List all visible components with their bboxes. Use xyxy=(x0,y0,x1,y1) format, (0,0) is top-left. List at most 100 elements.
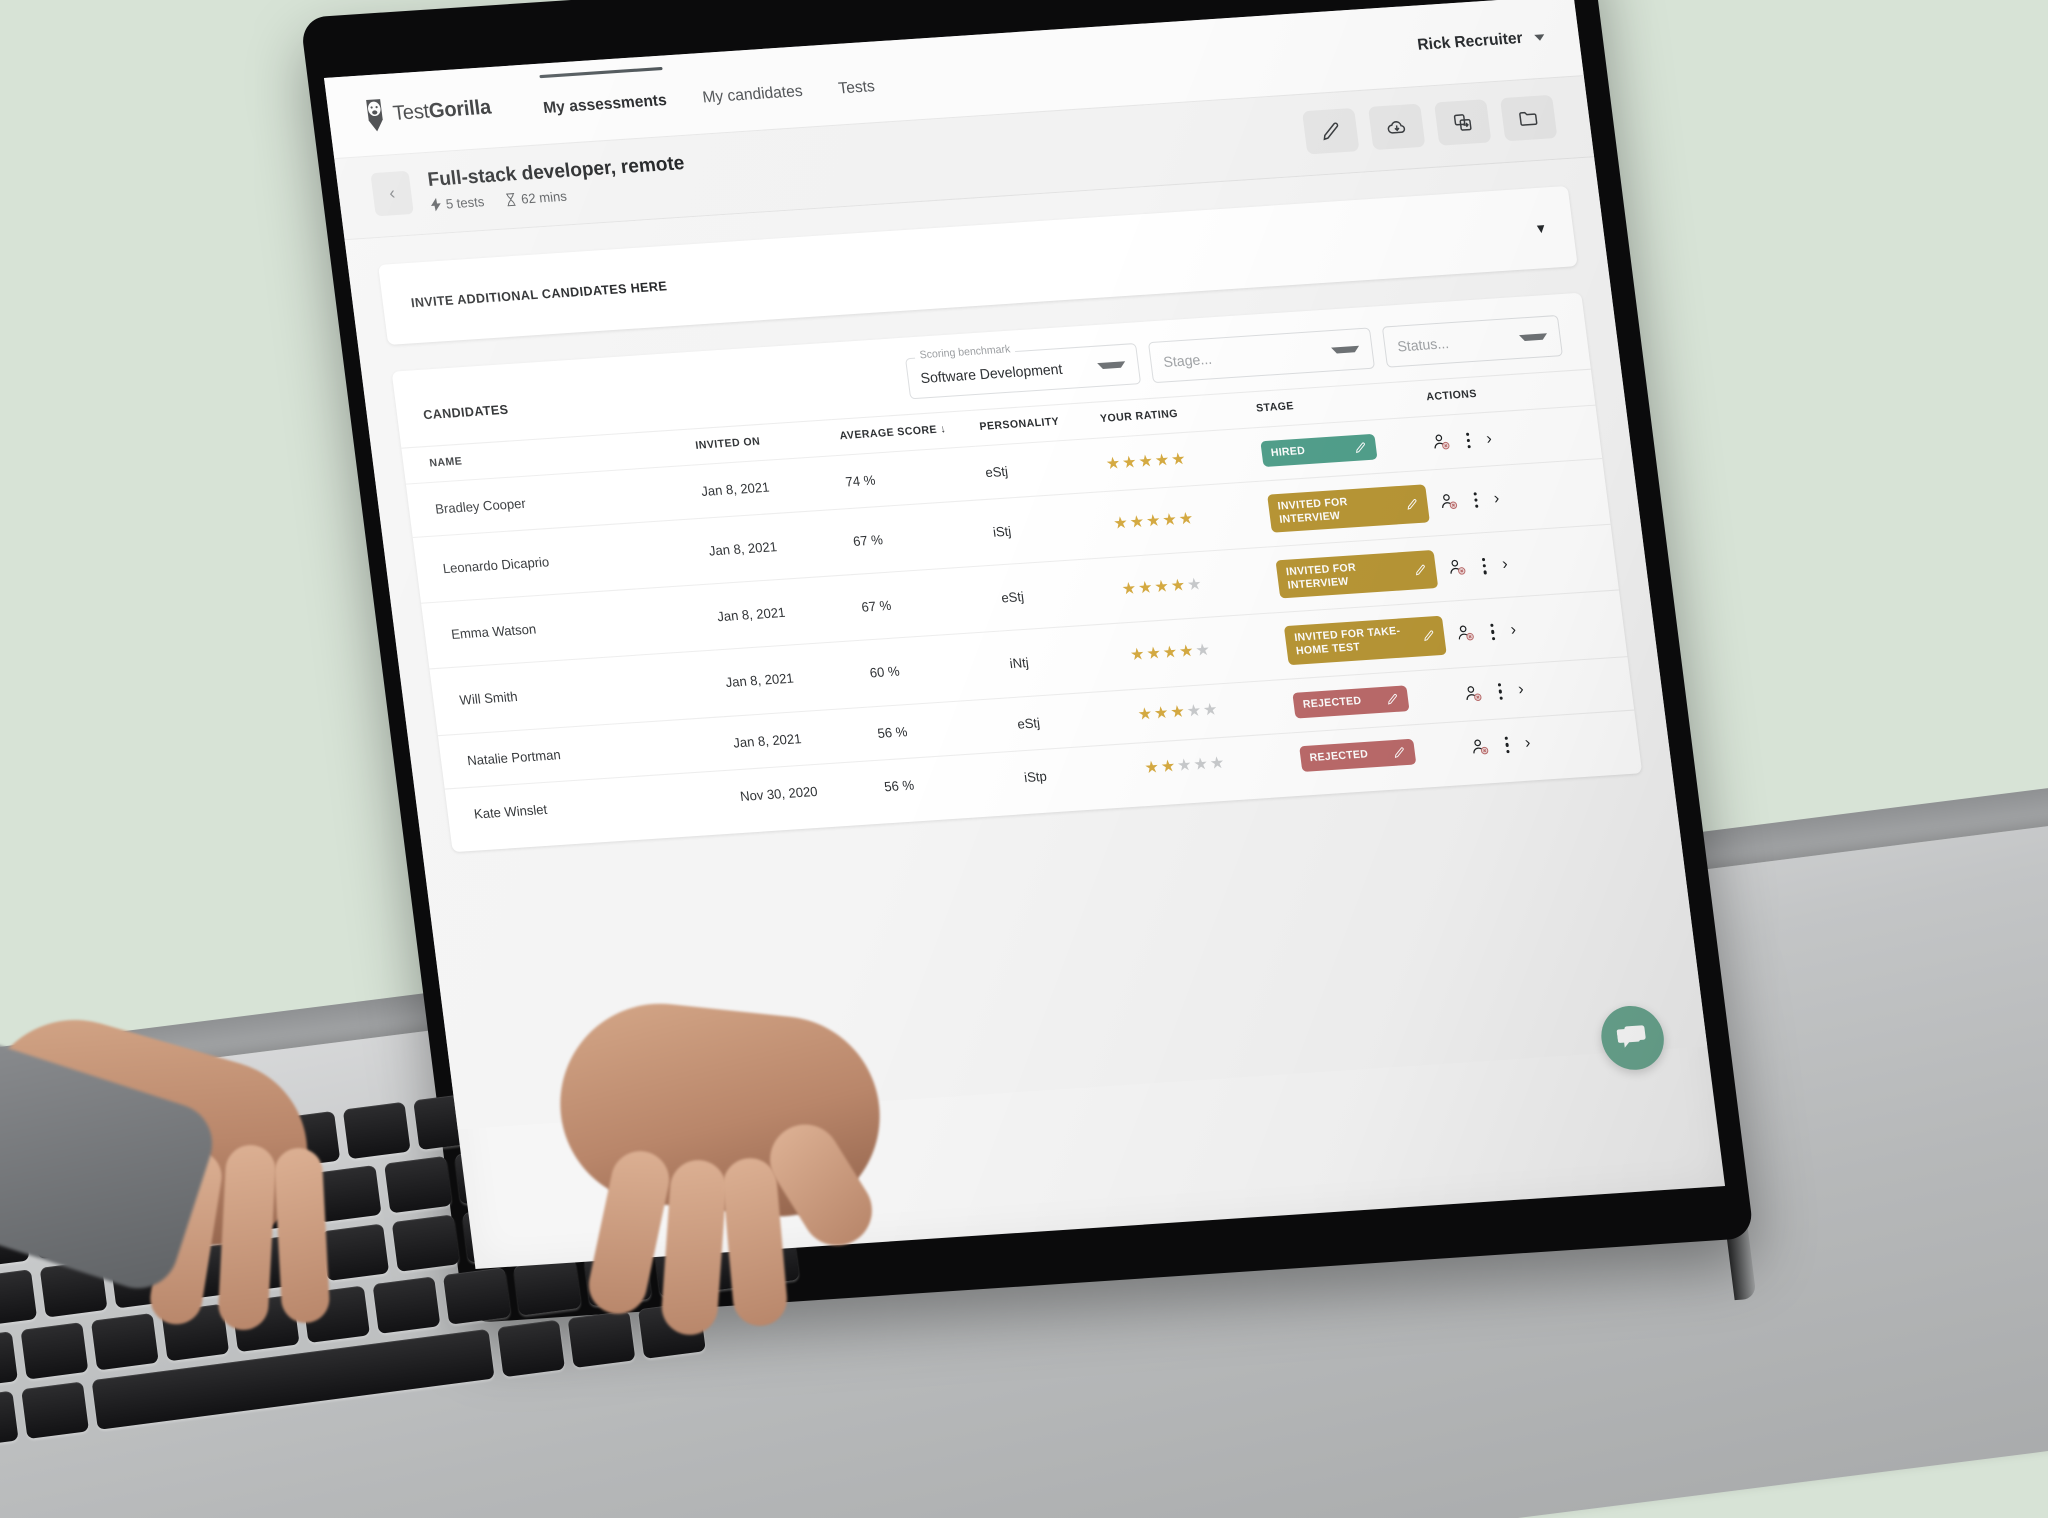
candidate-personality: eStj xyxy=(976,438,1104,500)
back-button[interactable]: ‹ xyxy=(370,170,414,217)
star-icon[interactable]: ★ xyxy=(1112,514,1129,532)
main-body: INVITE ADDITIONAL CANDIDATES HERE ▾ CAND… xyxy=(344,157,1708,1130)
pencil-icon xyxy=(1388,693,1397,705)
star-icon[interactable]: ★ xyxy=(1153,704,1170,722)
nav-tests[interactable]: Tests xyxy=(836,67,876,98)
stage-filter-select[interactable]: Stage... xyxy=(1147,327,1376,384)
star-icon[interactable]: ★ xyxy=(1209,755,1226,773)
star-icon[interactable]: ★ xyxy=(1154,451,1171,469)
vertical-dots-icon[interactable] xyxy=(1490,623,1496,641)
vertical-dots-icon[interactable] xyxy=(1498,683,1504,700)
candidate-stage[interactable]: INVITED FOR TAKE-HOME TEST xyxy=(1276,601,1455,679)
nav-my-candidates[interactable]: My candidates xyxy=(700,72,804,107)
star-icon[interactable]: ★ xyxy=(1170,577,1187,595)
pencil-icon xyxy=(1356,442,1365,454)
stage-badge[interactable]: REJECTED xyxy=(1292,684,1410,719)
candidate-rating[interactable]: ★ ★ ★ ★ ★ xyxy=(1135,732,1299,796)
vertical-dots-icon[interactable] xyxy=(1504,736,1511,754)
candidates-table: NAME INVITED ON AVERAGE SCORE ↓ PERSONAL… xyxy=(401,369,1641,842)
status-filter-select[interactable]: Status... xyxy=(1381,314,1563,368)
star-icon[interactable]: ★ xyxy=(1161,511,1178,529)
star-icon[interactable]: ★ xyxy=(1169,703,1186,721)
user-remove-icon[interactable] xyxy=(1470,736,1491,757)
download-assessment-button[interactable] xyxy=(1368,103,1426,151)
candidate-stage[interactable]: INVITED FOR INTERVIEW xyxy=(1267,535,1447,614)
chevron-right-icon[interactable]: › xyxy=(1510,621,1518,640)
edit-assessment-button[interactable] xyxy=(1302,107,1360,155)
user-remove-icon[interactable] xyxy=(1447,557,1468,578)
stage-filter-placeholder: Stage... xyxy=(1162,350,1213,371)
chevron-right-icon[interactable]: › xyxy=(1485,430,1493,449)
star-icon[interactable]: ★ xyxy=(1162,644,1179,662)
pencil-icon xyxy=(1416,565,1426,576)
star-icon[interactable]: ★ xyxy=(1186,576,1203,594)
pencil-icon xyxy=(1323,122,1339,141)
star-icon[interactable]: ★ xyxy=(1178,510,1195,528)
stage-badge[interactable]: HIRED xyxy=(1260,433,1378,468)
scoring-benchmark-value: Software Development xyxy=(919,360,1064,387)
duplicate-assessment-button[interactable] xyxy=(1433,99,1492,146)
star-icon[interactable]: ★ xyxy=(1195,641,1212,659)
star-icon[interactable]: ★ xyxy=(1137,579,1154,597)
user-remove-icon[interactable] xyxy=(1455,623,1476,644)
chevron-right-icon[interactable]: › xyxy=(1493,489,1501,508)
user-remove-icon[interactable] xyxy=(1463,683,1484,704)
user-name: Rick Recruiter xyxy=(1416,29,1524,54)
star-icon[interactable]: ★ xyxy=(1137,452,1154,470)
vertical-dots-icon[interactable] xyxy=(1482,557,1488,575)
candidate-invited-on: Jan 8, 2021 xyxy=(698,508,852,585)
candidate-stage[interactable]: INVITED FOR INTERVIEW xyxy=(1259,469,1438,548)
scoring-benchmark-field: Scoring benchmark Software Development xyxy=(905,342,1142,400)
candidate-stage[interactable]: REJECTED xyxy=(1291,721,1469,786)
sort-desc-icon: ↓ xyxy=(939,422,947,436)
chevron-right-icon[interactable]: › xyxy=(1501,555,1509,574)
candidate-invited-on: Jan 8, 2021 xyxy=(691,455,843,519)
chevron-right-icon[interactable]: › xyxy=(1524,734,1532,753)
stage-badge[interactable]: INVITED FOR INTERVIEW xyxy=(1267,484,1431,533)
status-filter-placeholder: Status... xyxy=(1396,334,1450,355)
logo-wordmark: TestGorilla xyxy=(391,95,493,125)
candidate-invited-on: Nov 30, 2020 xyxy=(730,760,882,823)
star-icon[interactable]: ★ xyxy=(1202,701,1219,719)
star-icon[interactable]: ★ xyxy=(1153,578,1170,596)
stage-badge[interactable]: INVITED FOR TAKE-HOME TEST xyxy=(1283,616,1447,665)
star-icon[interactable]: ★ xyxy=(1129,513,1146,531)
stage-badge-label: HIRED xyxy=(1270,444,1306,460)
candidate-invited-on: Jan 8, 2021 xyxy=(707,574,860,651)
testgorilla-logo[interactable]: TestGorilla xyxy=(361,90,493,133)
star-icon[interactable]: ★ xyxy=(1105,454,1122,472)
nav-my-assessments[interactable]: My assessments xyxy=(541,81,668,118)
candidate-rating[interactable]: ★ ★ ★ ★ ★ xyxy=(1111,547,1277,624)
user-remove-icon[interactable] xyxy=(1439,492,1460,513)
lightning-icon xyxy=(431,197,441,212)
vertical-dots-icon[interactable] xyxy=(1466,432,1472,449)
chevron-down-icon[interactable]: ▾ xyxy=(1536,219,1546,238)
stage-badge[interactable]: REJECTED xyxy=(1299,738,1417,772)
candidate-rating[interactable]: ★ ★ ★ ★ ★ xyxy=(1103,481,1268,558)
vertical-dots-icon[interactable] xyxy=(1473,492,1479,509)
star-icon[interactable]: ★ xyxy=(1160,758,1177,776)
star-icon[interactable]: ★ xyxy=(1186,702,1203,720)
pencil-icon xyxy=(1424,630,1434,642)
user-remove-icon[interactable] xyxy=(1431,432,1452,453)
left-finger-3 xyxy=(273,1146,331,1325)
star-icon[interactable]: ★ xyxy=(1193,756,1210,774)
archive-assessment-button[interactable] xyxy=(1499,94,1558,142)
star-icon[interactable]: ★ xyxy=(1144,759,1161,777)
star-icon[interactable]: ★ xyxy=(1146,645,1163,663)
stage-badge-label: INVITED FOR TAKE-HOME TEST xyxy=(1293,625,1402,658)
chevron-right-icon[interactable]: › xyxy=(1517,681,1525,700)
star-icon[interactable]: ★ xyxy=(1121,453,1138,471)
candidate-average-score: 56 % xyxy=(868,697,1015,761)
star-icon[interactable]: ★ xyxy=(1145,512,1162,530)
candidate-rating[interactable]: ★ ★ ★ ★ ★ xyxy=(1120,613,1285,690)
star-icon[interactable]: ★ xyxy=(1178,643,1195,661)
star-icon[interactable]: ★ xyxy=(1121,580,1138,598)
star-icon[interactable]: ★ xyxy=(1176,757,1193,775)
hourglass-icon xyxy=(506,193,516,207)
star-icon[interactable]: ★ xyxy=(1137,705,1154,723)
user-menu[interactable]: Rick Recruiter xyxy=(1416,28,1546,55)
star-icon[interactable]: ★ xyxy=(1170,450,1187,468)
stage-badge[interactable]: INVITED FOR INTERVIEW xyxy=(1275,550,1439,599)
star-icon[interactable]: ★ xyxy=(1129,646,1146,664)
